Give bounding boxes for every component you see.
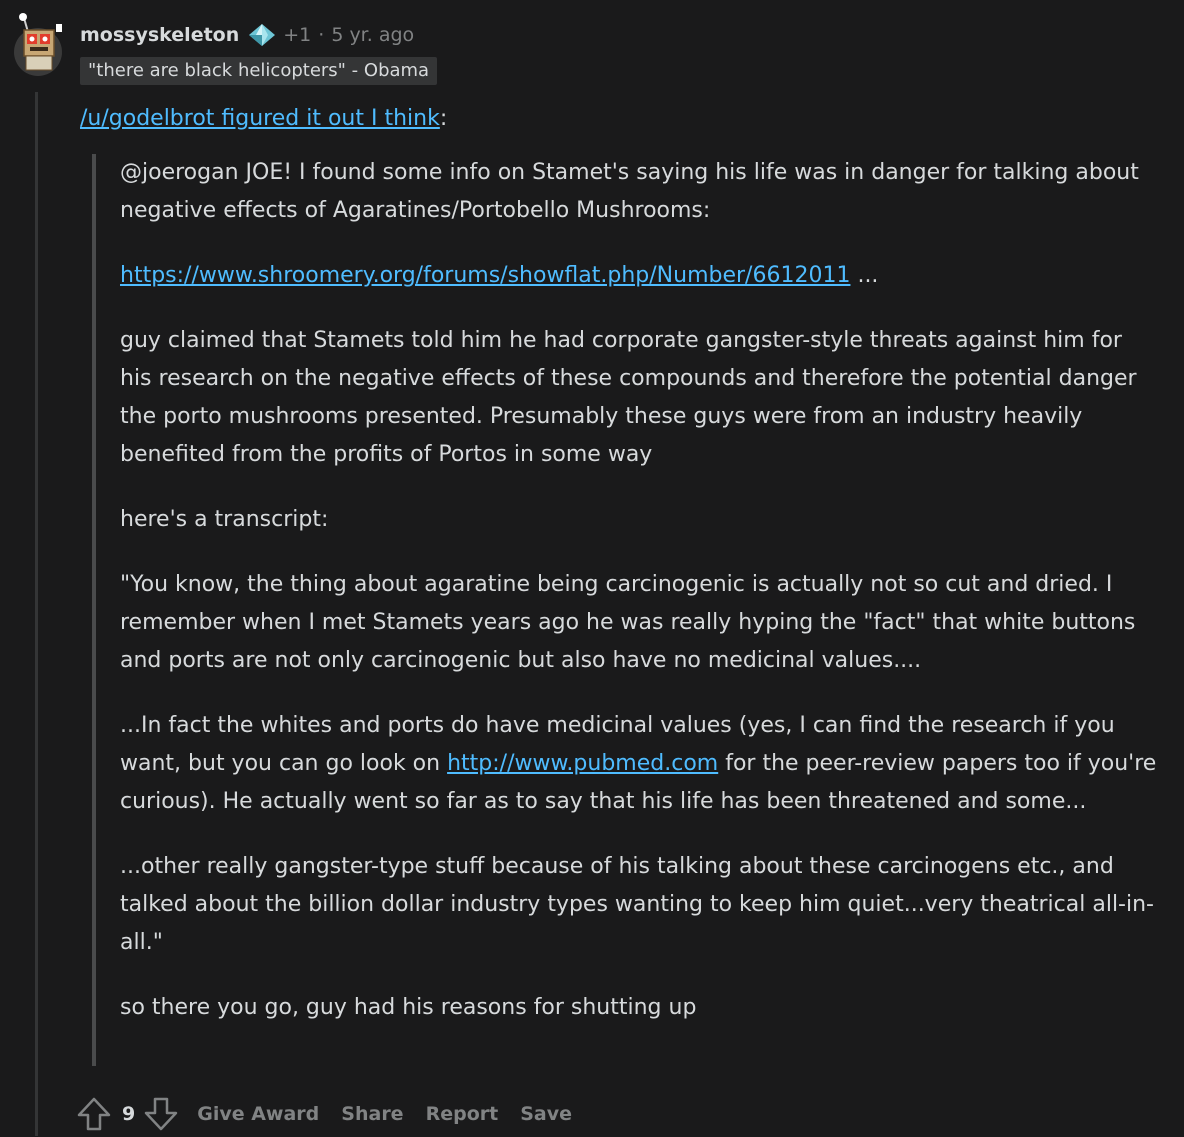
quote-paragraph-6: ...In fact the whites and ports do have … [120, 707, 1158, 821]
comment-header: mossyskeleton +1 · 5 yr. ago [80, 20, 414, 50]
award-count: +1 [283, 24, 312, 46]
pubmed-link[interactable]: http://www.pubmed.com [447, 751, 718, 776]
comment-action-bar: 9 Give Award Share Report Save [76, 1094, 572, 1134]
shroomery-link[interactable]: https://www.shroomery.org/forums/showfla… [120, 263, 850, 288]
quote-paragraph-7: ...other really gangster-type stuff beca… [120, 854, 1154, 955]
separator-dot: · [318, 24, 325, 46]
link-ellipsis: ... [850, 263, 879, 288]
report-button[interactable]: Report [426, 1103, 499, 1125]
quote-paragraph-1: @joerogan JOE! I found some info on Stam… [120, 160, 1139, 223]
quote-paragraph-3: guy claimed that Stamets told him he had… [120, 328, 1137, 467]
vote-score: 9 [122, 1103, 136, 1125]
downvote-icon[interactable] [143, 1096, 179, 1132]
avatar[interactable] [10, 12, 66, 76]
give-award-button[interactable]: Give Award [197, 1103, 319, 1125]
share-button[interactable]: Share [341, 1103, 403, 1125]
comment-body: /u/godelbrot figured it out I think: [80, 100, 1170, 138]
quote-paragraph-8: so there you go, guy had his reasons for… [120, 995, 697, 1020]
upvote-icon[interactable] [76, 1096, 112, 1132]
save-button[interactable]: Save [520, 1103, 572, 1125]
username[interactable]: mossyskeleton [80, 24, 239, 46]
blockquote: @joerogan JOE! I found some info on Stam… [92, 154, 1158, 1066]
user-mention-link[interactable]: /u/godelbrot figured it out I think [80, 106, 440, 131]
quote-paragraph-4: here's a transcript: [120, 507, 329, 532]
diamond-award-icon[interactable] [247, 22, 277, 48]
quote-paragraph-link: https://www.shroomery.org/forums/showfla… [120, 257, 1158, 295]
lead-colon: : [439, 106, 448, 131]
snoo-avatar-icon [14, 13, 62, 76]
timestamp[interactable]: 5 yr. ago [331, 24, 414, 46]
user-flair: "there are black helicopters" - Obama [80, 57, 438, 85]
thread-line[interactable] [35, 92, 38, 1136]
quote-paragraph-5: "You know, the thing about agaratine bei… [120, 572, 1136, 673]
lead-line: /u/godelbrot figured it out I think: [80, 100, 1170, 138]
